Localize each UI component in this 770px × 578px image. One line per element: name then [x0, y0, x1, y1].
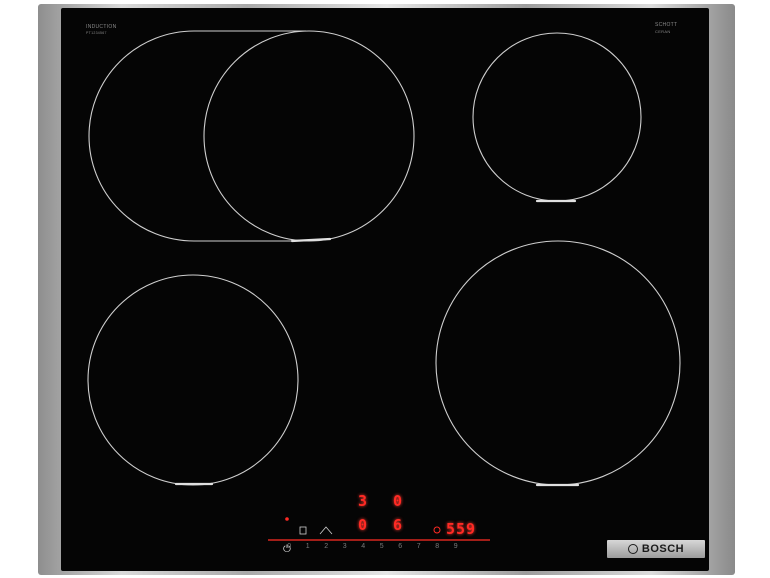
display-zone-bottom-right: 6 — [393, 516, 403, 534]
display-zone-bottom-left: 0 — [358, 516, 368, 534]
level-8[interactable]: 8 — [428, 543, 447, 555]
combine-icon — [319, 526, 333, 535]
level-6[interactable]: 6 — [391, 543, 410, 555]
cooking-zones — [87, 30, 681, 541]
zone-marker — [290, 237, 332, 243]
zone-bottom-right — [435, 240, 681, 486]
display-zone-top-right: 0 — [393, 492, 403, 510]
flex-zone-outline — [88, 30, 306, 242]
zone-top-right — [472, 32, 642, 202]
level-0[interactable]: 0 — [280, 543, 299, 555]
level-7[interactable]: 7 — [410, 543, 429, 555]
level-3[interactable]: 3 — [336, 543, 355, 555]
bosch-logo-icon — [627, 544, 638, 554]
zone-bottom-left — [87, 274, 299, 486]
bosch-badge: BOSCH — [607, 540, 705, 558]
brand-top-right-label: SCHOTT — [655, 22, 678, 28]
zone-top-left — [203, 30, 415, 242]
level-5[interactable]: 5 — [373, 543, 392, 555]
clock-icon — [433, 526, 441, 534]
brand-induction-sub: PT1234567 — [86, 31, 107, 35]
power-level-slider[interactable]: 0 1 2 3 4 5 6 7 8 9 — [280, 543, 465, 555]
brand-top-right-sub: CERAN — [655, 29, 671, 34]
bosch-wordmark: BOSCH — [641, 543, 685, 555]
level-1[interactable]: 1 — [299, 543, 318, 555]
brand-induction-label: INDUCTION — [86, 24, 117, 30]
level-2[interactable]: 2 — [317, 543, 336, 555]
level-4[interactable]: 4 — [354, 543, 373, 555]
level-9[interactable]: 9 — [447, 543, 466, 555]
display-zone-top-left: 3 — [358, 492, 368, 510]
indicator-dot — [285, 517, 289, 521]
lock-icon — [299, 526, 307, 535]
display-timer: 559 — [446, 520, 477, 538]
